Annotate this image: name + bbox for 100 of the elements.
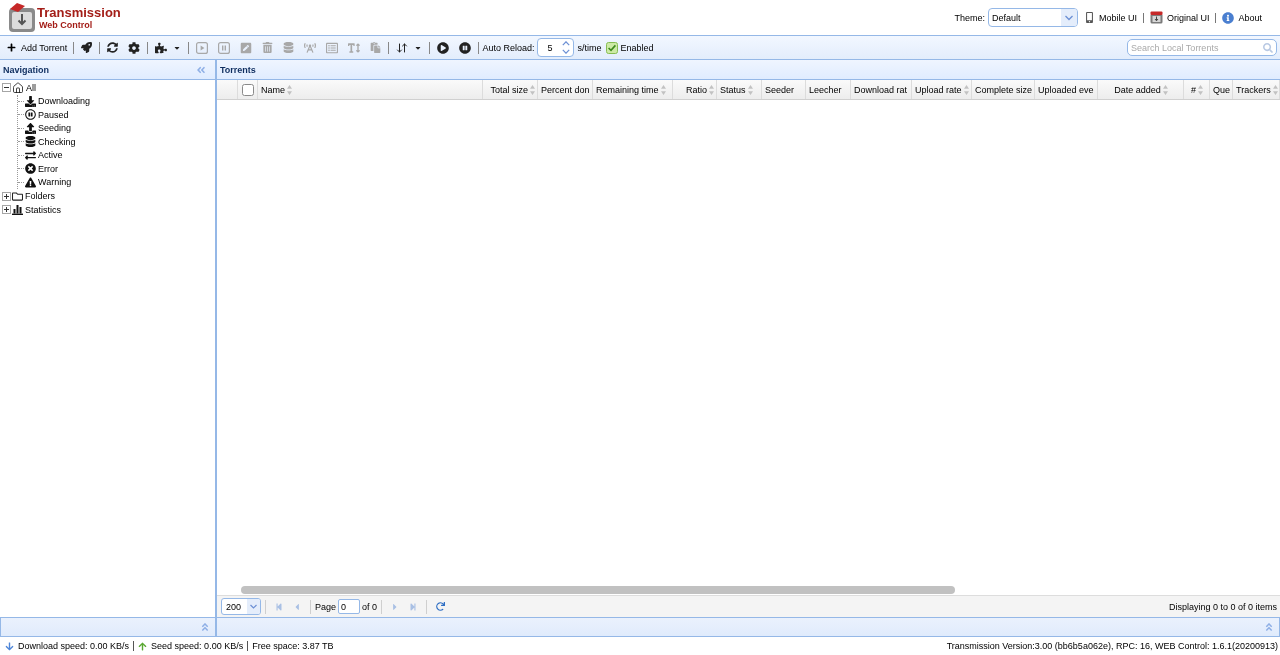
column-header[interactable]: Upload rate: [912, 80, 972, 99]
column-header[interactable]: Que: [1210, 80, 1233, 99]
column-header[interactable]: Complete size: [972, 80, 1035, 99]
upload-icon: [25, 122, 36, 134]
double-chevron-up-icon[interactable]: [200, 622, 210, 632]
column-header[interactable]: #: [1184, 80, 1210, 99]
chevron-down-icon: [247, 599, 260, 614]
pause-square-icon: [218, 41, 231, 54]
sort-icon: [287, 84, 292, 95]
theme-select[interactable]: Default: [987, 8, 1078, 27]
sort-icon: [709, 84, 714, 95]
refresh-icon: [435, 602, 445, 611]
database-icon: [25, 136, 36, 148]
arrow-down-icon: [5, 641, 14, 651]
original-ui-link[interactable]: Original UI: [1143, 11, 1216, 24]
column-header[interactable]: Total size: [483, 80, 538, 99]
settings-icon: [128, 41, 141, 54]
enabled-toggle[interactable]: Enabled: [606, 41, 654, 54]
column-header[interactable]: Trackers: [1233, 80, 1280, 99]
pause-icon: [459, 41, 472, 54]
version-info: Transmission Version:3.00 (bb6b5a062e), RPC: 16, WEB Control: 1.6.1(20200913): [946, 641, 1278, 651]
warning-icon: [25, 176, 36, 188]
double-chevron-left-icon[interactable]: [196, 64, 206, 75]
tree-item[interactable]: Downloading: [25, 94, 93, 108]
sort-icon: [963, 84, 969, 95]
text-height-icon: [348, 41, 361, 54]
download-icon: [25, 95, 36, 107]
expand-icon[interactable]: [2, 191, 11, 201]
collapse-icon[interactable]: [2, 83, 11, 93]
app-title: Transmission: [37, 5, 121, 20]
chevron-down-icon: [1060, 9, 1077, 26]
double-chevron-up-icon[interactable]: [1264, 622, 1274, 632]
app-subtitle: Web Control: [38, 19, 94, 31]
rocket-icon: [81, 42, 93, 53]
column-header[interactable]: Download rat: [851, 80, 912, 99]
skip-forward-icon: [409, 602, 418, 611]
list-icon: [326, 41, 339, 54]
tree-item[interactable]: Seeding: [25, 121, 74, 135]
puzzle-icon: [155, 41, 168, 54]
tree-item[interactable]: All: [12, 81, 38, 95]
search-icon: [1263, 42, 1273, 53]
column-header[interactable]: Percent don: [538, 80, 593, 99]
column-header[interactable]: Uploaded eve: [1035, 80, 1098, 99]
column-header[interactable]: Date added: [1098, 80, 1184, 99]
sort-icon: [660, 84, 666, 95]
sort-icon: [747, 84, 753, 95]
horizontal-scrollbar[interactable]: [241, 585, 955, 594]
page-total: of 0: [362, 601, 378, 612]
trash-icon: [262, 42, 274, 53]
logo-icon: [8, 2, 36, 33]
add-torrent-button[interactable]: Add Torrent: [4, 37, 72, 58]
tree-item[interactable]: Paused: [25, 108, 71, 122]
play-icon: [437, 41, 450, 54]
spinner-arrows-icon[interactable]: [562, 41, 571, 54]
select-all-checkbox[interactable]: [241, 83, 254, 96]
about-link[interactable]: About: [1216, 11, 1268, 24]
tree-item[interactable]: Folders: [12, 189, 57, 203]
tree-item[interactable]: Checking: [25, 135, 78, 149]
free-space: Free space: 3.87 TB: [252, 641, 334, 651]
column-header[interactable]: Ratio: [673, 80, 717, 99]
search-field[interactable]: Search Local Torrents: [1127, 39, 1277, 56]
column-header[interactable]: Remaining time: [593, 80, 673, 99]
column-header[interactable]: Status: [717, 80, 762, 99]
home-icon: [12, 81, 24, 94]
column-header[interactable]: Leecher: [806, 80, 851, 99]
auto-reload-label: Auto Reload:: [482, 42, 535, 53]
sort-icon: [1162, 84, 1168, 95]
refresh-icon: [107, 42, 119, 53]
bar-chart-icon: [12, 204, 23, 216]
sort-icon: [1272, 84, 1278, 95]
tree-item[interactable]: Error: [25, 162, 60, 176]
tree-item[interactable]: Statistics: [12, 203, 63, 217]
antenna-icon: [304, 41, 317, 54]
column-header[interactable]: Name: [258, 80, 483, 99]
download-speed: Download speed: 0.00 KB/s: [18, 641, 130, 651]
theme-label: Theme:: [954, 12, 985, 23]
box-icon: [1149, 11, 1163, 24]
tree-item[interactable]: Active: [25, 148, 65, 162]
page-label: Page: [315, 601, 337, 612]
skip-back-icon: [275, 602, 283, 611]
database-icon: [283, 42, 295, 53]
mobile-ui-link[interactable]: Mobile UI: [1077, 12, 1143, 23]
auto-reload-field[interactable]: 5: [537, 38, 575, 57]
tree-item[interactable]: Warning: [25, 175, 74, 189]
sort-icon: [1198, 84, 1203, 95]
play-square-icon: [196, 41, 209, 54]
clipboard-icon: [370, 42, 382, 53]
arrow-up-icon: [138, 641, 148, 651]
column-header[interactable]: Seeder: [762, 80, 806, 99]
sort-arrows-icon: [396, 41, 409, 54]
phone-icon: [1083, 12, 1095, 23]
page-field[interactable]: 0: [338, 599, 361, 614]
info-icon: [1222, 11, 1235, 24]
panel-title: Navigation: [3, 64, 49, 75]
expand-icon[interactable]: [2, 205, 11, 215]
seed-speed: Seed speed: 0.00 KB/s: [151, 641, 244, 651]
panel-title: Torrents: [220, 64, 256, 75]
pager-summary: Displaying 0 to 0 of 0 items: [1168, 601, 1277, 612]
page-size-select[interactable]: 200: [221, 598, 261, 615]
arrows-icon: [25, 149, 36, 161]
